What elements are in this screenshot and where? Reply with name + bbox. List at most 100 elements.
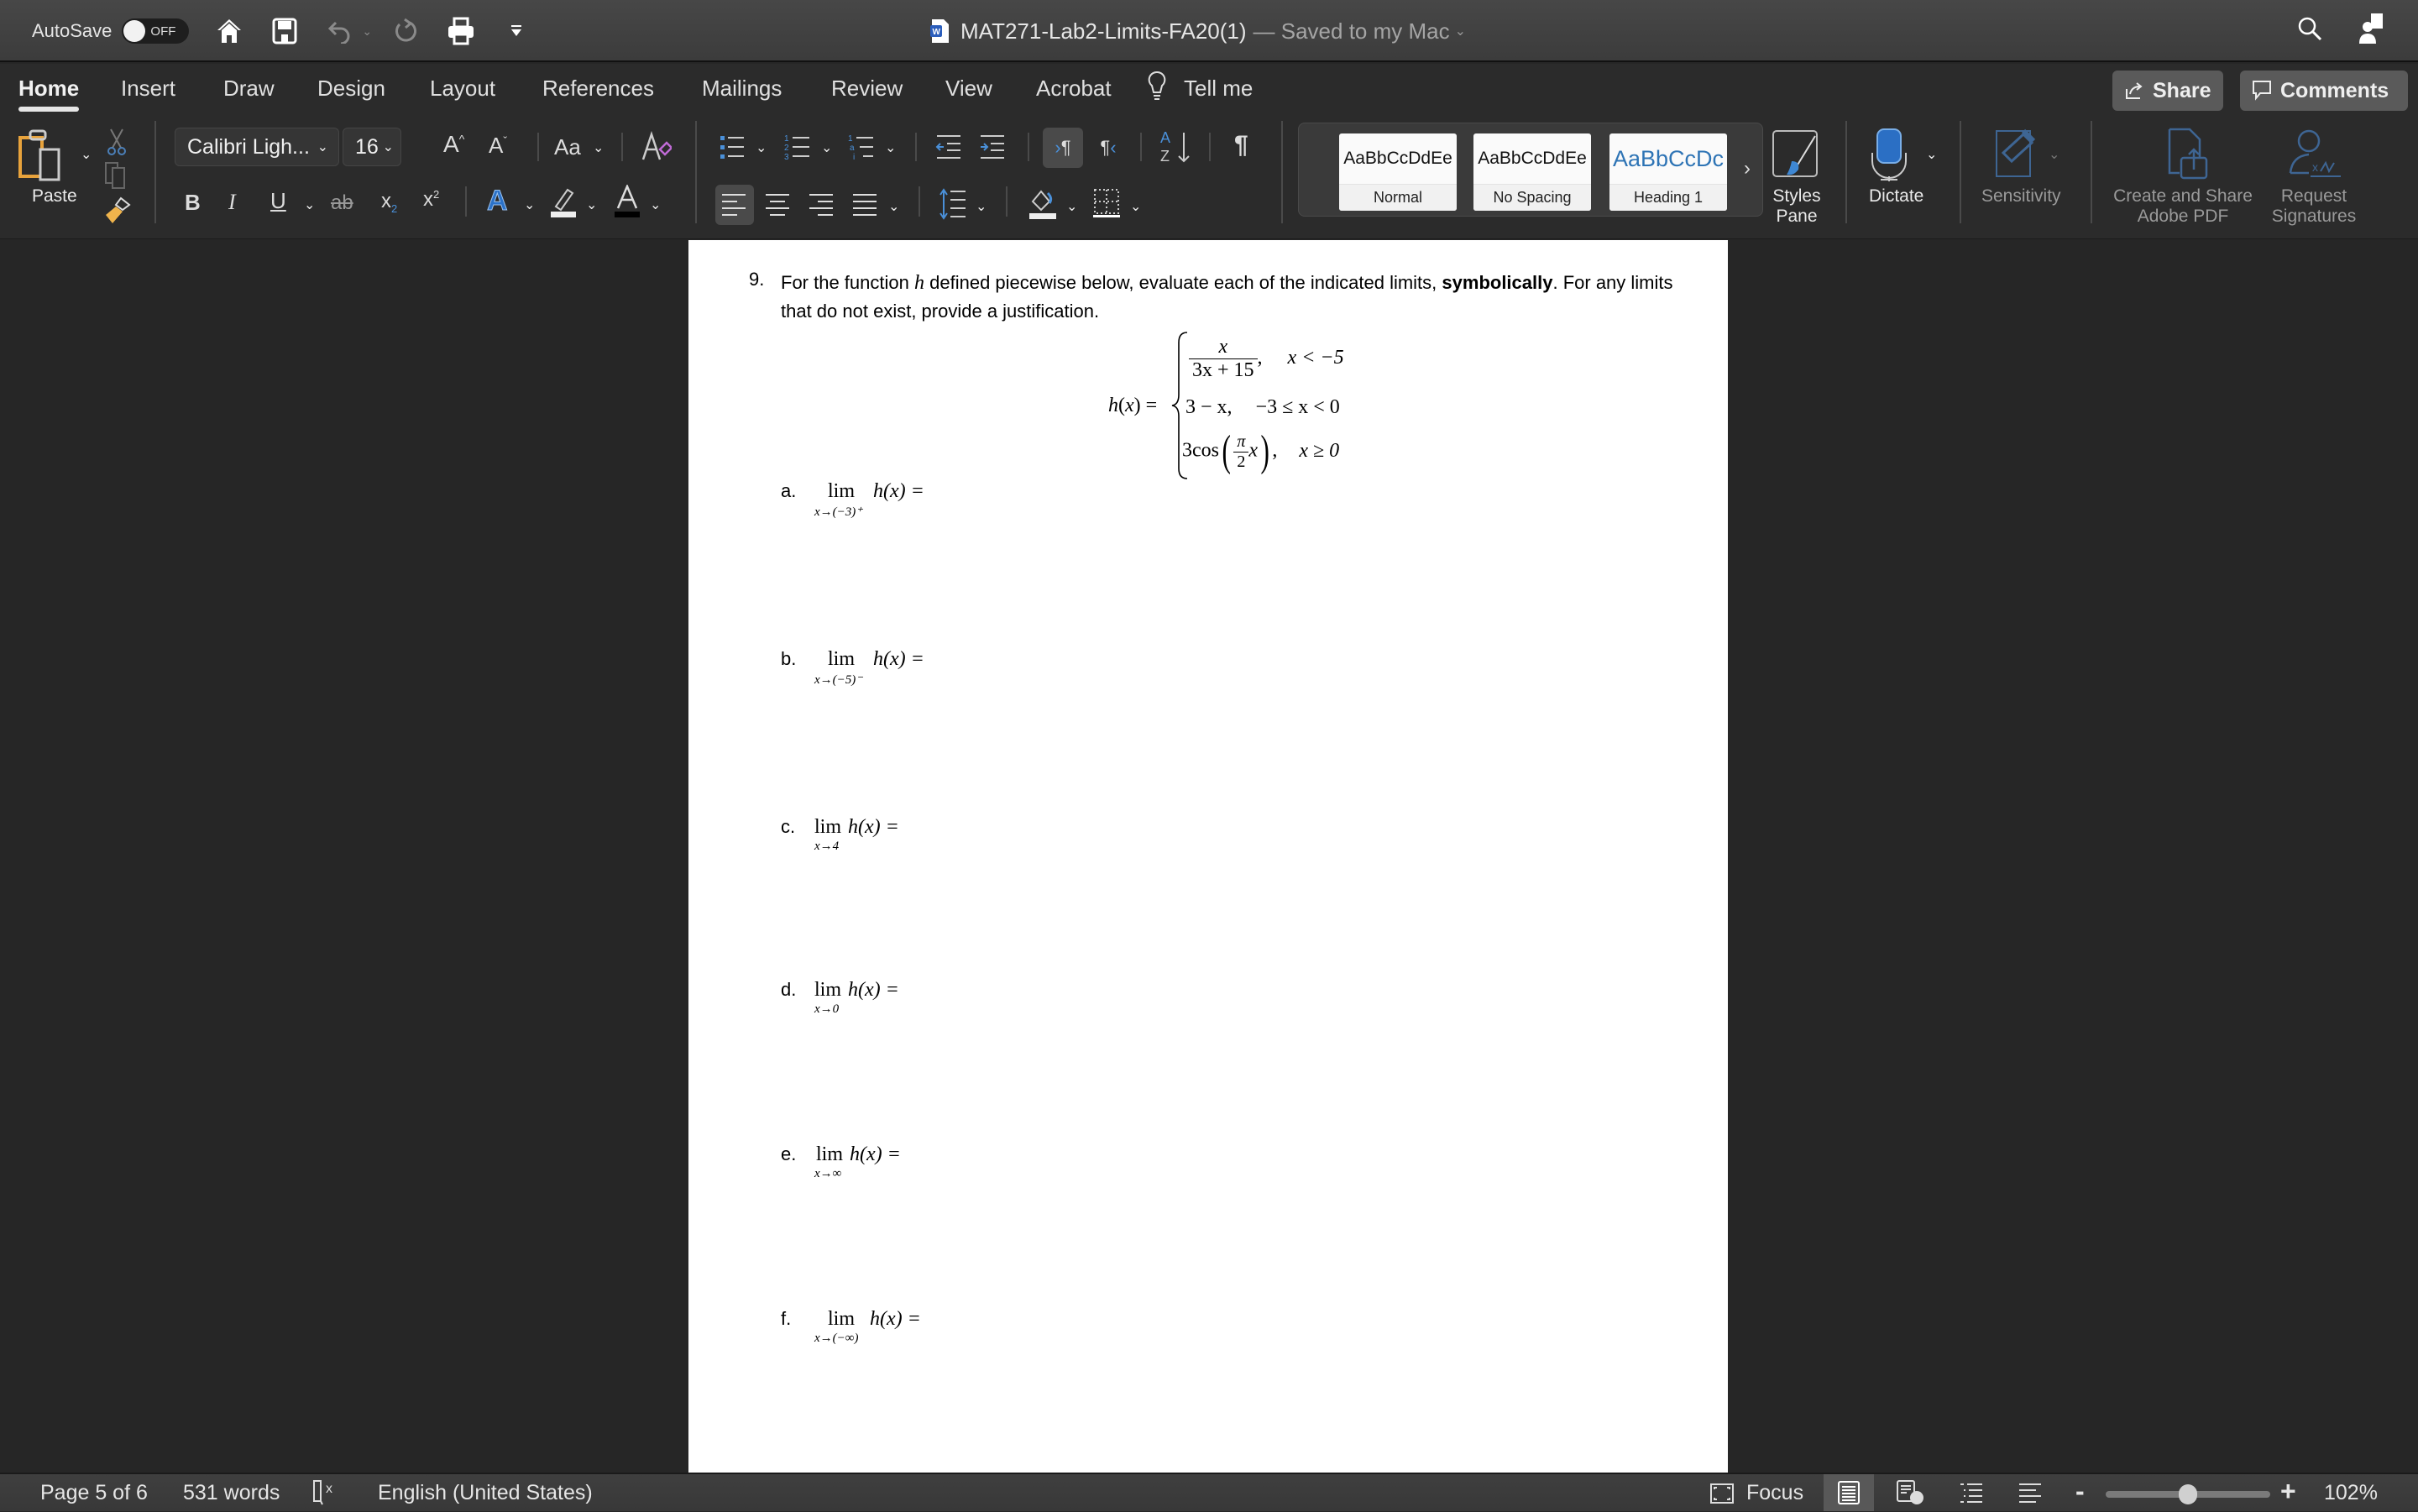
style-no-spacing[interactable]: AaBbCcDdEe No Spacing — [1473, 133, 1591, 211]
word-count[interactable]: 531 words — [183, 1481, 280, 1505]
align-left-button[interactable] — [715, 185, 754, 225]
format-painter-icon[interactable] — [104, 196, 131, 229]
tab-layout[interactable]: Layout — [430, 76, 495, 102]
line-spacing-dropdown-icon[interactable]: ⌄ — [976, 198, 987, 215]
tab-acrobat[interactable]: Acrobat — [1036, 76, 1112, 102]
styles-pane-button[interactable] — [1770, 128, 1820, 184]
account-icon[interactable] — [2359, 13, 2384, 48]
text-effects-dropdown-icon[interactable]: ⌄ — [524, 196, 535, 213]
multilevel-dropdown-icon[interactable]: ⌄ — [885, 139, 896, 156]
shading-dropdown-icon[interactable]: ⌄ — [1066, 198, 1077, 215]
strikethrough-button[interactable]: ab — [331, 191, 353, 215]
language[interactable]: English (United States) — [378, 1481, 593, 1505]
zoom-level[interactable]: 102% — [2324, 1481, 2378, 1505]
outline-view-button[interactable] — [1946, 1474, 1997, 1511]
tab-insert[interactable]: Insert — [121, 76, 175, 102]
underline-dropdown-icon[interactable]: ⌄ — [304, 196, 315, 213]
document-canvas[interactable]: 9. For the function h defined piecewise … — [0, 240, 2418, 1473]
cut-icon[interactable] — [107, 128, 126, 160]
tab-mailings[interactable]: Mailings — [702, 76, 782, 102]
undo-icon[interactable] — [322, 13, 359, 50]
change-case-button[interactable]: Aa — [554, 134, 581, 160]
bullets-icon[interactable] — [719, 134, 746, 165]
shrink-font-icon[interactable]: Aˇ — [489, 133, 507, 159]
tab-review[interactable]: Review — [831, 76, 903, 102]
highlight-color-icon[interactable] — [549, 186, 578, 222]
highlight-dropdown-icon[interactable]: ⌄ — [586, 196, 597, 213]
decrease-indent-icon[interactable] — [935, 134, 962, 164]
shading-icon[interactable] — [1029, 186, 1058, 224]
tab-home[interactable]: Home — [18, 76, 80, 112]
justify-dropdown-icon[interactable]: ⌄ — [888, 198, 899, 215]
zoom-slider[interactable] — [2106, 1484, 2270, 1504]
justify-icon[interactable] — [853, 193, 878, 221]
sensitivity-dropdown-icon[interactable]: ⌄ — [2049, 146, 2059, 163]
zoom-in-button[interactable]: + — [2280, 1476, 2296, 1507]
font-color-dropdown-icon[interactable]: ⌄ — [650, 196, 661, 213]
superscript-button[interactable]: x2 — [423, 188, 439, 212]
print-icon[interactable] — [442, 13, 479, 50]
copy-icon[interactable] — [104, 161, 126, 194]
focus-label[interactable]: Focus — [1746, 1481, 1803, 1505]
line-spacing-icon[interactable] — [939, 188, 967, 224]
tab-view[interactable]: View — [945, 76, 992, 102]
document-page[interactable]: 9. For the function h defined piecewise … — [688, 240, 1728, 1473]
paste-button[interactable] — [18, 128, 65, 187]
font-name-dropdown[interactable]: Calibri Ligh... ⌄ — [175, 128, 339, 166]
search-icon[interactable] — [2297, 16, 2322, 45]
redo-icon[interactable] — [387, 13, 424, 50]
zoom-slider-handle[interactable] — [2179, 1484, 2197, 1504]
text-effects-icon[interactable]: A — [487, 185, 509, 217]
proofing-icon[interactable]: x — [312, 1479, 341, 1512]
dictate-dropdown-icon[interactable]: ⌄ — [1926, 146, 1937, 163]
request-signatures-button[interactable]: x — [2289, 128, 2342, 184]
clear-formatting-icon[interactable] — [641, 131, 673, 169]
align-center-icon[interactable] — [766, 193, 791, 221]
font-size-dropdown[interactable]: 16 ⌄ — [343, 128, 401, 166]
change-case-dropdown-icon[interactable]: ⌄ — [593, 139, 604, 156]
customize-toolbar-icon[interactable] — [498, 13, 535, 50]
tell-me-search[interactable]: Tell me — [1184, 76, 1253, 102]
sensitivity-button[interactable] — [1995, 128, 2045, 184]
tab-draw[interactable]: Draw — [223, 76, 275, 102]
multilevel-list-icon[interactable]: 1ai — [848, 133, 875, 165]
home-icon[interactable] — [211, 13, 248, 50]
page-count[interactable]: Page 5 of 6 — [40, 1481, 148, 1505]
autosave-toggle[interactable]: OFF — [122, 18, 190, 44]
style-heading-1[interactable]: AaBbCcDc Heading 1 — [1609, 133, 1727, 211]
align-right-icon[interactable] — [809, 193, 835, 221]
paste-dropdown-icon[interactable]: ⌄ — [81, 146, 92, 163]
show-formatting-marks-icon[interactable]: ¶ — [1234, 131, 1248, 160]
save-icon[interactable] — [266, 13, 303, 50]
create-share-pdf-button[interactable] — [2168, 128, 2210, 184]
share-button[interactable]: Share — [2112, 71, 2223, 111]
underline-button[interactable]: U — [270, 188, 286, 214]
zoom-out-button[interactable]: - — [2075, 1476, 2085, 1507]
dictate-button[interactable] — [1871, 128, 1908, 186]
tab-design[interactable]: Design — [317, 76, 385, 102]
bullets-dropdown-icon[interactable]: ⌄ — [756, 139, 767, 156]
grow-font-icon[interactable]: A^ — [443, 131, 464, 158]
increase-indent-icon[interactable] — [979, 134, 1006, 164]
numbering-icon[interactable]: 123 — [784, 133, 811, 165]
subscript-button[interactable]: x2 — [381, 190, 397, 215]
focus-icon[interactable] — [1709, 1483, 1735, 1510]
ltr-paragraph-button[interactable]: › ¶ — [1043, 128, 1083, 168]
bold-button[interactable]: B — [185, 190, 201, 216]
comments-button[interactable]: Comments — [2240, 71, 2408, 111]
borders-dropdown-icon[interactable]: ⌄ — [1130, 198, 1141, 215]
sort-icon[interactable]: AZ — [1159, 128, 1192, 172]
numbering-dropdown-icon[interactable]: ⌄ — [821, 139, 832, 156]
web-layout-view-button[interactable] — [1886, 1474, 1936, 1511]
styles-more-icon[interactable]: › — [1744, 157, 1751, 180]
document-title[interactable]: W MAT271-Lab2-Limits-FA20(1) — Saved to … — [930, 0, 1466, 62]
title-chevron-icon[interactable]: ⌄ — [1455, 23, 1466, 39]
italic-button[interactable]: I — [228, 190, 236, 215]
borders-icon[interactable] — [1093, 188, 1120, 222]
rtl-paragraph-button[interactable]: ¶ ‹ — [1091, 128, 1125, 168]
font-color-icon[interactable] — [613, 183, 641, 222]
tab-references[interactable]: References — [542, 76, 654, 102]
print-layout-view-button[interactable] — [1824, 1474, 1874, 1511]
draft-view-button[interactable] — [2005, 1474, 2055, 1511]
undo-dropdown-icon[interactable]: ⌄ — [362, 24, 372, 39]
